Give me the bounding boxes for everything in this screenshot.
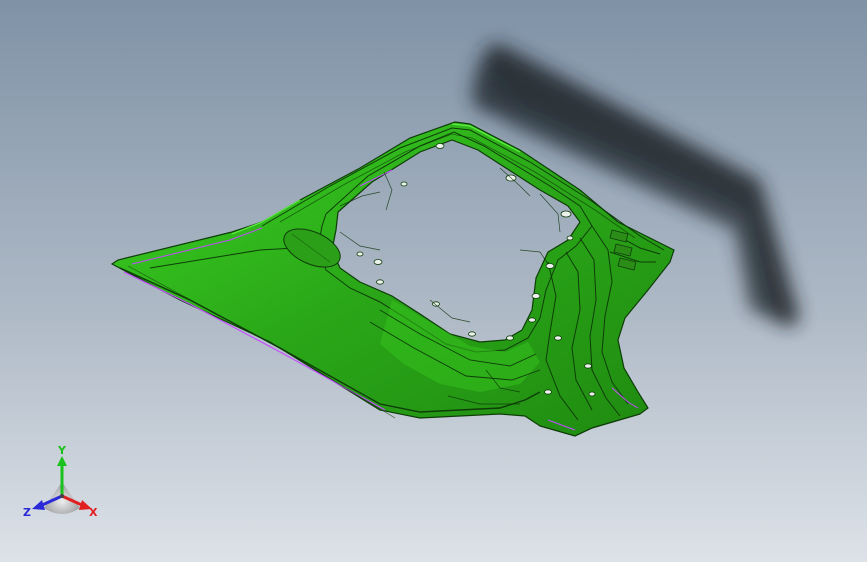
z-axis-arrow-icon	[32, 500, 45, 510]
y-axis-label: Y	[57, 446, 67, 457]
y-axis-arrow-icon	[57, 456, 67, 466]
z-axis-label: Z	[23, 506, 31, 519]
triad-graphic: Y X Z	[23, 444, 98, 519]
part-body	[110, 121, 675, 437]
door-inner-panel-model[interactable]	[110, 121, 675, 437]
graphics-viewport[interactable]: Y X Z	[0, 0, 867, 562]
model-scene[interactable]	[0, 0, 867, 562]
x-axis-label: X	[89, 506, 98, 519]
view-triad[interactable]: Y X Z	[22, 444, 112, 526]
